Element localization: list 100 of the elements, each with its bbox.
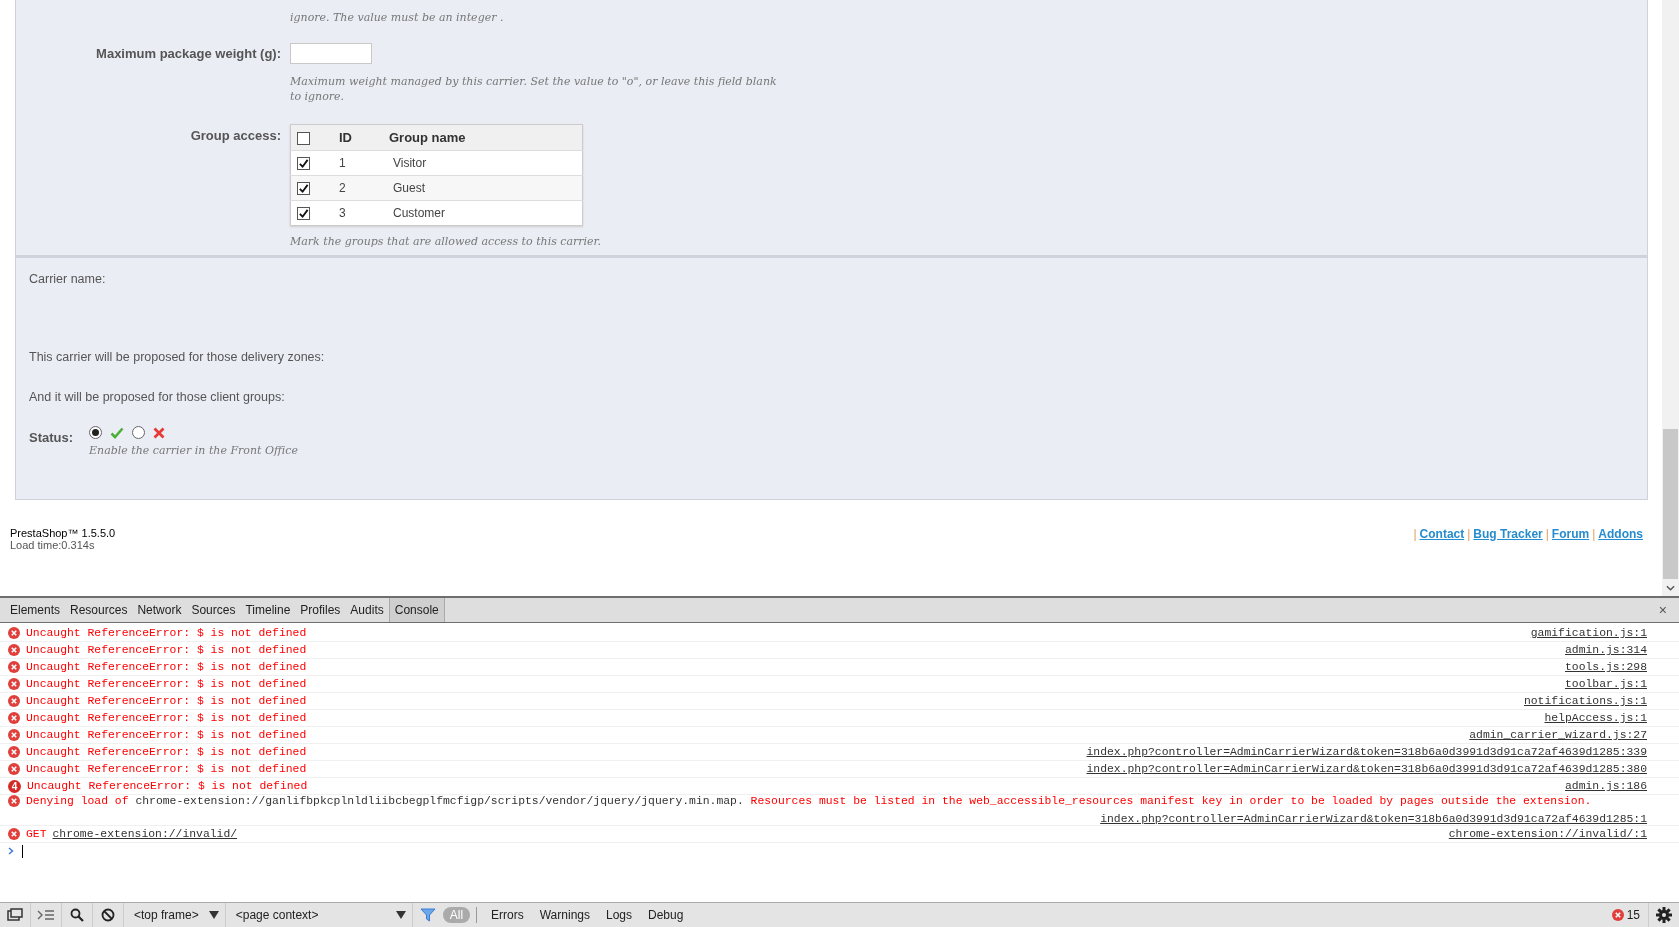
error-count: 15 [1626,908,1640,922]
source-link[interactable]: chrome-extension://invalid/:1 [1448,828,1647,840]
link-separator: | [1545,527,1549,543]
weight-input-field[interactable] [290,43,372,64]
error-message: Uncaught ReferenceError: $ is not defined [26,712,307,724]
checkbox[interactable] [297,182,310,196]
error-message: Uncaught ReferenceError: $ is not defined [26,627,307,639]
filter-button[interactable]: Errors [483,908,532,922]
scrollbar[interactable] [1662,0,1679,596]
column-header: ID [339,130,352,145]
error-icon [8,695,20,707]
footer-link[interactable]: Forum [1551,527,1590,551]
drawer-icon[interactable] [37,909,55,921]
field-hint: ignore. The value must be an integer . [290,10,505,25]
summary-text: This carrier will be proposed for those delivery zones: [29,350,326,364]
footer-link[interactable]: Contact [1419,527,1465,551]
table-cell: 1 [339,156,346,170]
devtools-tab[interactable]: Elements [5,598,66,622]
filter-button[interactable]: Debug [640,908,692,922]
error-message: Uncaught ReferenceError: $ is not defined [26,746,307,758]
error-message: GET [26,828,47,840]
column-header: Group name [389,130,466,145]
source-link[interactable]: toolbar.js:1 [1564,678,1647,690]
table-cell: 2 [339,181,346,195]
link-separator: | [1413,527,1417,543]
source-link[interactable]: index.php?controller=AdminCarrierWizard&token=318b6a0d3991d3d91ca72af4639d1285:339 [1086,746,1647,758]
field-label: Maximum package weight (g): [95,46,282,63]
clear-icon[interactable] [101,908,115,922]
table-cell-text: Customer [392,206,445,220]
table-cell: 3 [339,206,346,220]
source-link[interactable]: admin.js:186 [1564,780,1647,792]
error-icon [8,828,20,840]
devtools-tab[interactable]: Console [388,598,445,622]
field-hint: Maximum weight managed by this carrier. Set the value to "o", or leave this field blank to ignore. [290,74,778,104]
error-icon [8,678,20,690]
radio-button[interactable] [132,426,146,439]
link-separator: | [1467,527,1471,543]
checkbox[interactable] [297,157,310,171]
source-link[interactable]: tools.js:298 [1564,661,1647,673]
text-cursor [22,844,23,858]
check-icon [110,426,125,439]
repeat-count-badge: 4 [8,779,21,793]
source-link[interactable]: gamification.js:1 [1530,627,1647,639]
dropdown-arrow-icon [395,911,406,919]
version-text: PrestaShop™ 1.5.5.0 [10,527,116,539]
devtools-tab[interactable]: Timeline [240,598,296,622]
settings-icon[interactable] [1656,907,1672,923]
dropdown-arrow-icon [208,911,219,919]
context-dropdown[interactable]: <page context> [225,903,413,927]
devtools-tab[interactable]: Network [132,598,187,622]
filter-button[interactable]: Warnings [531,908,598,922]
error-icon [8,661,20,673]
error-icon [1611,909,1624,921]
error-message: Denying load of chrome-extension://ganlifbpkcplnldliibcbegplfmcfigp/scripts/vendor/jquery/jquery.min.map. Resources must be listed in the web_accessible_resources manifest key in order to be loaded by pages outside the extension. [26,795,1592,807]
source-link[interactable]: admin_carrier_wizard.js:27 [1469,729,1647,741]
devtools-tab[interactable]: Audits [345,598,389,622]
summary-text: And it will be proposed for those client groups: [29,390,286,404]
checkbox[interactable] [297,207,310,221]
error-icon [8,644,20,656]
source-link[interactable]: notifications.js:1 [1523,695,1647,707]
table-cell-text: Guest [392,181,425,195]
dock-icon[interactable] [7,908,23,922]
load-time-text: Load time:0.314s [10,539,96,551]
error-message: Uncaught ReferenceError: $ is not defined [26,729,307,741]
table-cell-text: Visitor [392,156,427,170]
summary-text: Carrier name: [29,272,107,286]
prompt-icon [8,847,14,855]
source-link[interactable]: helpAccess.js:1 [1544,712,1647,724]
error-message: Uncaught ReferenceError: $ is not defined [26,763,307,775]
scrollbar-thumb[interactable] [1663,429,1678,579]
error-icon [8,627,20,639]
radio-button[interactable] [89,426,103,439]
url-link[interactable]: chrome-extension://invalid/ [52,828,238,840]
field-hint: Enable the carrier in the Front Office [89,443,298,458]
source-link[interactable]: index.php?controller=AdminCarrierWizard&token=318b6a0d3991d3d91ca72af4639d1285:1 [1100,813,1647,825]
error-icon [8,763,20,775]
filter-icon[interactable] [419,908,436,922]
link-separator: | [1592,527,1596,543]
devtools-tab[interactable]: Profiles [295,598,346,622]
field-label: Group access: [189,128,282,145]
source-link[interactable]: admin.js:314 [1564,644,1647,656]
error-message: Uncaught ReferenceError: $ is not defined [26,695,307,707]
devtools-tab[interactable]: Resources [65,598,133,622]
frame-dropdown[interactable]: <top frame> [124,903,226,927]
checkbox[interactable] [297,132,310,146]
error-icon [8,795,20,807]
error-message: Uncaught ReferenceError: $ is not defined [26,678,307,690]
status-label: Status: [29,430,74,445]
error-icon [8,746,20,758]
filter-button[interactable]: Logs [598,908,640,922]
error-icon [8,712,20,724]
scroll-down-icon[interactable] [1666,584,1675,591]
error-message: Uncaught ReferenceError: $ is not defined [26,644,307,656]
error-message: Uncaught ReferenceError: $ is not defined [26,661,307,673]
devtools-tab[interactable]: Sources [186,598,241,622]
source-link[interactable]: index.php?controller=AdminCarrierWizard&token=318b6a0d3991d3d91ca72af4639d1285:380 [1086,763,1647,775]
footer-link[interactable]: Addons [1598,527,1643,551]
search-icon[interactable] [70,908,84,922]
footer-link[interactable]: Bug Tracker [1473,527,1543,551]
close-button[interactable]: × [1658,602,1667,618]
